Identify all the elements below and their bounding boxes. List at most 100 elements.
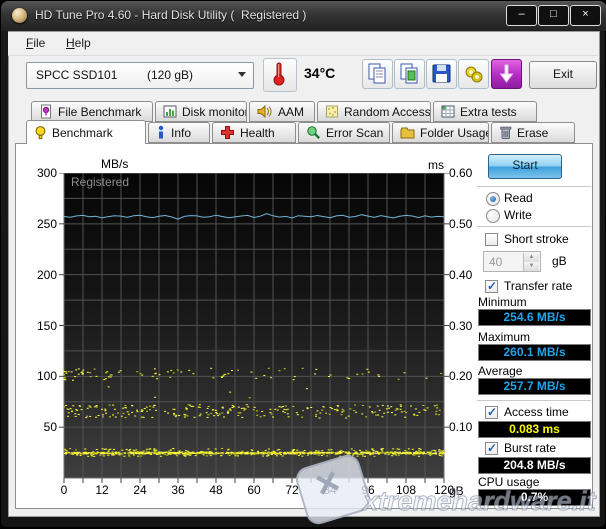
chevron-down-icon [238, 72, 246, 77]
tab-label: Folder Usage [420, 126, 489, 140]
erase-icon [499, 125, 512, 140]
short-stroke-size-value: 40 [489, 255, 502, 269]
y-left-tick: 50 [31, 420, 57, 434]
tab-aam[interactable]: AAM [249, 101, 315, 122]
save-icon [427, 60, 456, 88]
access-time-checkbox[interactable] [485, 406, 498, 419]
tab-folder-usage[interactable]: Folder Usage [392, 122, 489, 143]
separator [477, 186, 591, 190]
chart-watermark: Registered [71, 175, 129, 189]
start-button[interactable]: Start [488, 154, 562, 179]
tab-label: AAM [278, 105, 304, 119]
tab-random-access[interactable]: Random Access [317, 101, 431, 122]
y-right-tick: 0.40 [449, 268, 479, 282]
maximize-button[interactable]: □ [538, 5, 569, 26]
exit-button[interactable]: Exit [529, 61, 597, 89]
y-left-tick: 200 [31, 268, 57, 282]
temperature-button[interactable] [263, 58, 297, 92]
file-benchmark-icon [39, 104, 53, 119]
app-window: HD Tune Pro 4.60 - Hard Disk Utility ( R… [0, 0, 606, 528]
copy-screenshot-button[interactable] [394, 59, 425, 89]
thermometer-icon [264, 59, 294, 89]
burst-rate-label: Burst rate [504, 441, 556, 455]
tab-disk-monitor[interactable]: Disk monitor [155, 101, 247, 122]
tab-label: Random Access [344, 105, 431, 119]
average-value: 257.7 MB/s [478, 378, 591, 395]
burst-rate-checkbox[interactable] [485, 442, 498, 455]
extra-tests-icon [441, 104, 455, 119]
write-radio[interactable] [486, 209, 500, 223]
copy-image-icon [395, 60, 424, 88]
tab-info[interactable]: Info [148, 122, 210, 143]
y-right-tick: 0.10 [449, 420, 479, 434]
tab-benchmark[interactable]: Benchmark [26, 120, 146, 144]
error-scan-icon [306, 125, 321, 140]
short-stroke-checkbox[interactable] [485, 233, 498, 246]
burst-rate-value: 204.8 MB/s [478, 457, 591, 474]
health-icon [220, 125, 235, 140]
x-axis-unit: gB [449, 484, 469, 498]
tab-label: Error Scan [326, 126, 383, 140]
tab-label: Benchmark [52, 126, 113, 140]
update-button[interactable] [491, 59, 522, 89]
benchmark-chart [59, 173, 451, 485]
menu-bar: File Help [8, 32, 598, 56]
save-screenshot-button[interactable] [426, 59, 457, 89]
y-right-tick: 0.60 [449, 166, 479, 180]
minimum-label: Minimum [478, 295, 527, 309]
transfer-rate-label: Transfer rate [504, 279, 572, 293]
write-label: Write [504, 208, 532, 222]
y-right-axis-title: ms [428, 158, 452, 172]
tab-file-benchmark[interactable]: File Benchmark [31, 101, 153, 122]
y-right-tick: 0.50 [449, 217, 479, 231]
transfer-rate-checkbox[interactable] [485, 280, 498, 293]
y-left-tick: 300 [31, 166, 57, 180]
copy-pages-icon [363, 60, 392, 88]
stroke-unit-label: gB [552, 254, 567, 268]
cpu-usage-label: CPU usage [478, 475, 539, 489]
x-tick: 36 [164, 483, 192, 497]
tab-label: File Benchmark [58, 105, 141, 119]
spinner-up-icon[interactable]: ▲ [523, 253, 539, 262]
separator [477, 226, 591, 230]
tab-label: Extra tests [460, 105, 517, 119]
separator [477, 400, 591, 404]
maximum-label: Maximum [478, 330, 530, 344]
tab-label: Erase [517, 126, 548, 140]
app-icon [12, 8, 27, 23]
tab-health[interactable]: Health [212, 122, 296, 143]
disk-monitor-icon [163, 104, 177, 119]
copy-text-button[interactable] [362, 59, 393, 89]
spinner-down-icon[interactable]: ▼ [523, 262, 539, 271]
x-tick: 84 [316, 483, 344, 497]
read-radio[interactable] [486, 192, 500, 206]
tab-extra-tests[interactable]: Extra tests [433, 101, 537, 122]
menu-help[interactable]: Help [66, 36, 91, 50]
benchmark-icon [34, 125, 47, 141]
y-left-tick: 150 [31, 319, 57, 333]
tab-label: Health [240, 126, 275, 140]
cpu-usage-value: 0.7% [478, 489, 591, 506]
close-button[interactable]: × [570, 5, 601, 26]
options-button[interactable] [458, 59, 489, 89]
x-tick: 108 [392, 483, 420, 497]
y-right-tick: 0.30 [449, 319, 479, 333]
short-stroke-label: Short stroke [504, 232, 569, 246]
drive-select[interactable]: SPCC SSD101 (120 gB) [26, 62, 254, 89]
y-left-tick: 250 [31, 217, 57, 231]
aam-icon [257, 104, 273, 119]
title-bar[interactable]: HD Tune Pro 4.60 - Hard Disk Utility ( R… [1, 1, 606, 31]
menu-file[interactable]: File [26, 36, 45, 50]
folder-usage-icon [400, 126, 415, 140]
short-stroke-size-spinner[interactable]: 40 ▲ ▼ [483, 251, 541, 272]
info-icon [156, 125, 166, 141]
tab-label: Disk monitor [182, 105, 247, 119]
minimize-button[interactable]: – [506, 5, 537, 26]
tab-erase[interactable]: Erase [491, 122, 575, 143]
read-label: Read [504, 191, 533, 205]
x-tick: 96 [354, 483, 382, 497]
drive-size: (120 gB) [147, 68, 193, 82]
temperature-value: 34°C [304, 65, 335, 81]
maximum-value: 260.1 MB/s [478, 344, 591, 361]
tab-error-scan[interactable]: Error Scan [298, 122, 390, 143]
